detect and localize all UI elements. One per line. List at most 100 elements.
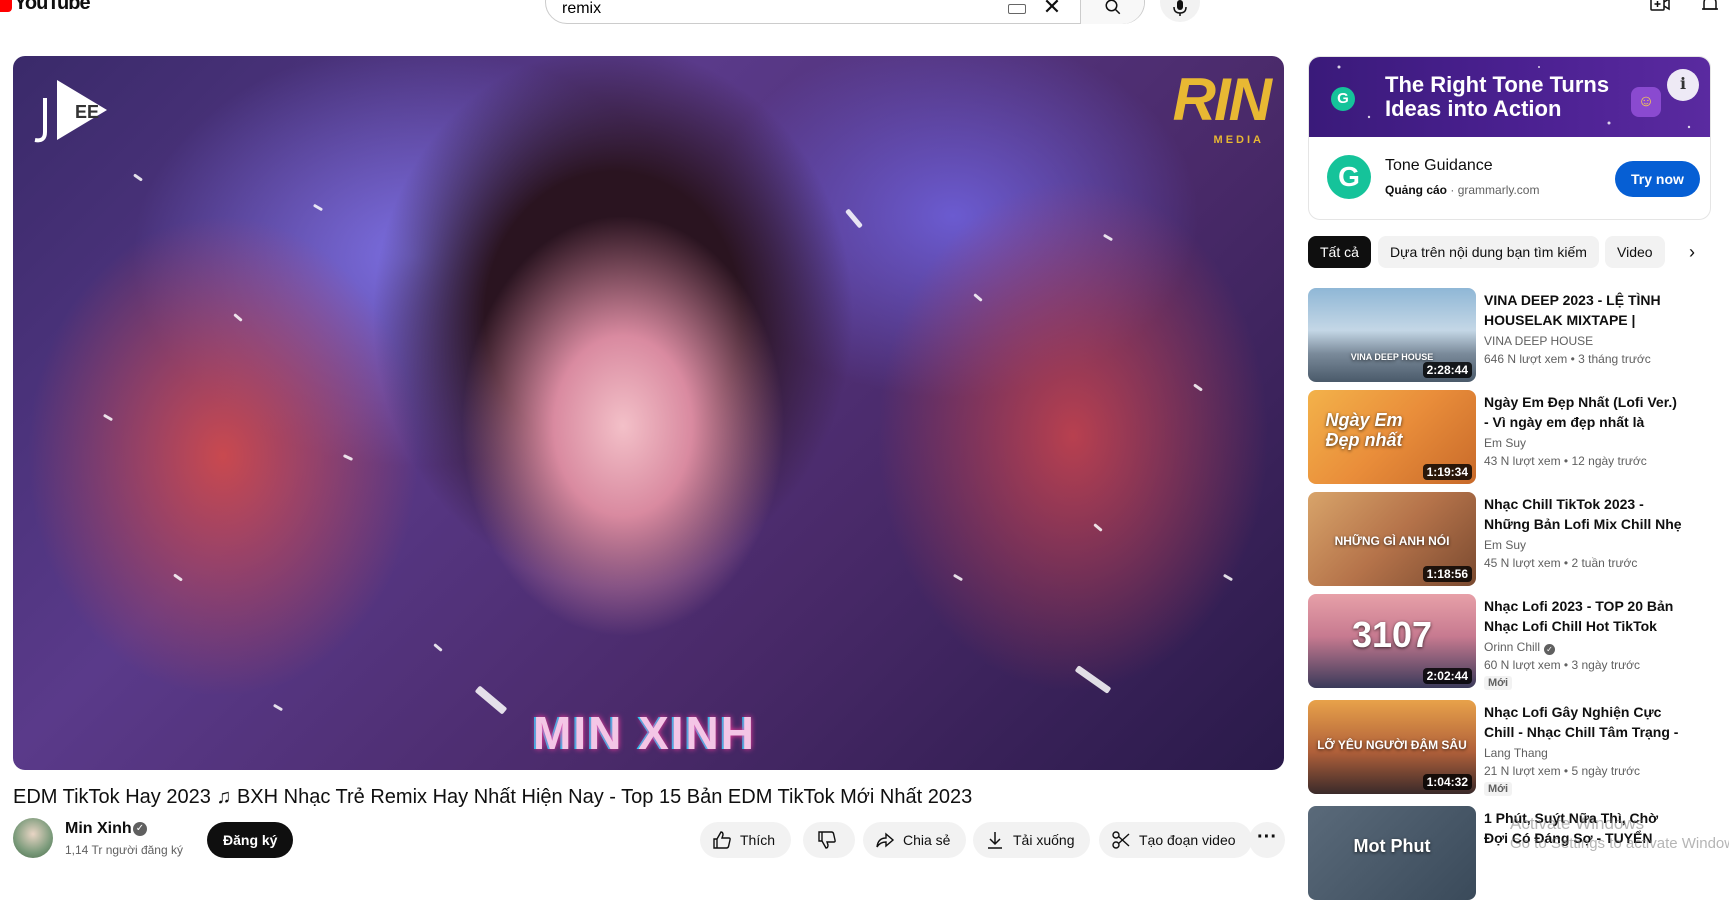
chevron-right-icon[interactable]: ›	[1672, 236, 1712, 268]
download-label: Tải xuống	[1013, 832, 1075, 848]
masthead: YouTube ✕	[0, 0, 1729, 24]
channel-row: Min Xinh ✓ 1,14 Tr người đăng ký Đăng ký…	[13, 818, 1285, 858]
clip-button[interactable]: Tạo đoạn video	[1099, 822, 1252, 858]
notifications-bell-icon[interactable]	[1700, 0, 1720, 12]
duration-badge: 2:28:44	[1422, 362, 1472, 378]
rec-title[interactable]: Nhạc Lofi 2023 - TOP 20 Bản Nhạc Lofi Ch…	[1484, 596, 1684, 636]
clear-search-icon[interactable]: ✕	[1040, 0, 1064, 20]
info-icon[interactable]: i	[1667, 69, 1699, 101]
snow-particle	[102, 413, 114, 422]
new-badge: Mới	[1484, 782, 1513, 796]
snow-particle	[952, 573, 964, 582]
video-thumbnail[interactable]: LỠ YÊU NGƯỜI ĐẬM SÂU 1:04:32	[1308, 700, 1476, 794]
dislike-button[interactable]	[803, 822, 855, 858]
ad-headline: The Right Tone Turns Ideas into Action	[1385, 72, 1610, 121]
emoji-icon: ☺	[1631, 87, 1661, 117]
subscribe-button[interactable]: Đăng ký	[207, 822, 294, 858]
chip-based-on-search[interactable]: Dựa trên nội dung bạn tìm kiếm	[1378, 236, 1599, 268]
scissors-icon	[1112, 831, 1130, 849]
list-item[interactable]: NHỮNG GÌ ANH NÓI 1:18:56 Nhạc Chill TikT…	[1308, 492, 1711, 586]
video-thumbnail[interactable]: 3107 2:02:44	[1308, 594, 1476, 688]
watermark-line-1: Activate Windows	[1510, 814, 1645, 833]
grammarly-small-logo: G	[1331, 87, 1355, 111]
duration-badge: 1:18:56	[1422, 566, 1472, 582]
rec-channel[interactable]: Lang Thang	[1484, 746, 1548, 760]
chip-all[interactable]: Tất cả	[1308, 236, 1371, 268]
thumbnail-text: LỠ YÊU NGƯỜI ĐẬM SÂU	[1317, 738, 1467, 752]
more-actions-button[interactable]: ···	[1249, 822, 1285, 858]
video-thumbnail[interactable]: NHỮNG GÌ ANH NÓI 1:18:56	[1308, 492, 1476, 586]
logo-text: YouTube	[14, 0, 91, 14]
rec-channel[interactable]: Orinn Chill ✓	[1484, 640, 1556, 655]
rec-channel[interactable]: Em Suy	[1484, 436, 1526, 450]
video-thumbnail[interactable]: Mot Phut	[1308, 806, 1476, 900]
share-button[interactable]: Chia sẻ	[863, 822, 967, 858]
snow-particle	[272, 703, 284, 712]
list-item[interactable]: VINA DEEP HOUSE 2:28:44 VINA DEEP 2023 -…	[1308, 288, 1711, 382]
list-item[interactable]: 3107 2:02:44 Nhạc Lofi 2023 - TOP 20 Bản…	[1308, 594, 1711, 704]
thumbnail-text: Ngày Em Đẹp nhất	[1325, 410, 1403, 450]
share-icon	[876, 832, 895, 848]
search-box: ✕	[545, 0, 1145, 24]
microphone-icon	[1173, 0, 1187, 16]
list-item[interactable]: LỠ YÊU NGƯỜI ĐẬM SÂU 1:04:32 Nhạc Lofi G…	[1308, 700, 1711, 810]
snow-particle	[1093, 523, 1103, 532]
channel-name[interactable]: Min Xinh	[65, 820, 132, 838]
filter-chips: Tất cả Dựa trên nội dung bạn tìm kiếm Vi…	[1308, 236, 1711, 268]
subscriber-count: 1,14 Tr người đăng ký	[65, 843, 183, 857]
rec-channel[interactable]: VINA DEEP HOUSE	[1484, 334, 1593, 348]
thumbs-down-icon	[818, 831, 836, 849]
youtube-logo[interactable]: YouTube	[0, 0, 91, 15]
create-video-icon[interactable]	[1650, 0, 1670, 12]
list-item[interactable]: Ngày Em Đẹp nhất 1:19:34 Ngày Em Đẹp Nhấ…	[1308, 390, 1711, 484]
snow-particle	[433, 643, 443, 652]
chip-video[interactable]: Video	[1605, 236, 1665, 268]
thumbnail-text: NHỮNG GÌ ANH NÓI	[1334, 534, 1450, 548]
verified-check-icon: ✓	[1544, 644, 1556, 655]
voice-search-button[interactable]	[1160, 0, 1200, 22]
verified-check-icon: ✓	[133, 822, 147, 836]
rec-channel[interactable]: Em Suy	[1484, 538, 1526, 552]
clip-label: Tạo đoạn video	[1139, 832, 1236, 848]
ad-domain: grammarly.com	[1457, 183, 1540, 197]
windows-activation-watermark: Activate Windows Go to Settings to activ…	[1510, 814, 1729, 854]
duration-badge: 1:19:34	[1422, 464, 1472, 480]
search-input[interactable]	[562, 0, 1008, 18]
search-button[interactable]	[1080, 0, 1144, 24]
keyboard-icon[interactable]	[1008, 4, 1026, 14]
video-thumbnail[interactable]: VINA DEEP HOUSE 2:28:44	[1308, 288, 1476, 382]
svg-text:EE: EE	[75, 102, 99, 122]
video-player[interactable]: EE RIN MEDIA MIN XINH	[13, 56, 1284, 770]
grammarly-logo[interactable]: G	[1327, 155, 1371, 199]
download-button[interactable]: Tải xuống	[973, 822, 1091, 858]
share-label: Chia sẻ	[903, 832, 951, 848]
rec-meta: 21 N lượt xem • 5 ngày trước	[1484, 764, 1641, 778]
thumbs-up-icon	[713, 831, 731, 849]
snow-particle	[233, 313, 243, 322]
ad-title[interactable]: Tone Guidance	[1385, 157, 1493, 175]
try-now-button[interactable]: Try now	[1615, 161, 1700, 197]
search-icon	[1105, 0, 1120, 15]
rec-meta: 45 N lượt xem • 2 tuần trước	[1484, 556, 1638, 570]
snow-particle	[312, 203, 324, 212]
video-caption-text: MIN XINH	[533, 707, 756, 759]
ad-meta: Quảng cáo · grammarly.com	[1385, 183, 1540, 197]
rec-title[interactable]: Nhạc Lofi Gây Nghiện Cực Chill - Nhạc Ch…	[1484, 702, 1684, 742]
rec-meta: 43 N lượt xem • 12 ngày trước	[1484, 454, 1647, 468]
thumbnail-text: VINA DEEP HOUSE	[1350, 352, 1434, 362]
like-button[interactable]: Thích	[700, 822, 792, 858]
rec-title[interactable]: Nhạc Chill TikTok 2023 - Những Bản Lofi …	[1484, 494, 1684, 534]
watermark-line-2: Go to Settings to activate Windows.	[1510, 835, 1729, 852]
rin-media-logo: RIN	[1172, 66, 1272, 133]
snow-particle	[342, 454, 354, 461]
rec-title[interactable]: VINA DEEP 2023 - LỆ TÌNH HOUSELAK MIXTAP…	[1484, 290, 1684, 330]
rec-meta: 646 N lượt xem • 3 tháng trước	[1484, 352, 1651, 366]
ad-banner[interactable]: G The Right Tone Turns Ideas into Action…	[1309, 57, 1710, 137]
video-thumbnail[interactable]: Ngày Em Đẹp nhất 1:19:34	[1308, 390, 1476, 484]
ad-card[interactable]: G The Right Tone Turns Ideas into Action…	[1308, 56, 1711, 220]
snow-particle	[973, 293, 983, 302]
snow-particle	[1222, 573, 1234, 582]
rec-title[interactable]: Ngày Em Đẹp Nhất (Lofi Ver.) - Vì ngày e…	[1484, 392, 1684, 432]
snow-particle	[173, 573, 183, 582]
channel-avatar[interactable]	[13, 818, 53, 858]
